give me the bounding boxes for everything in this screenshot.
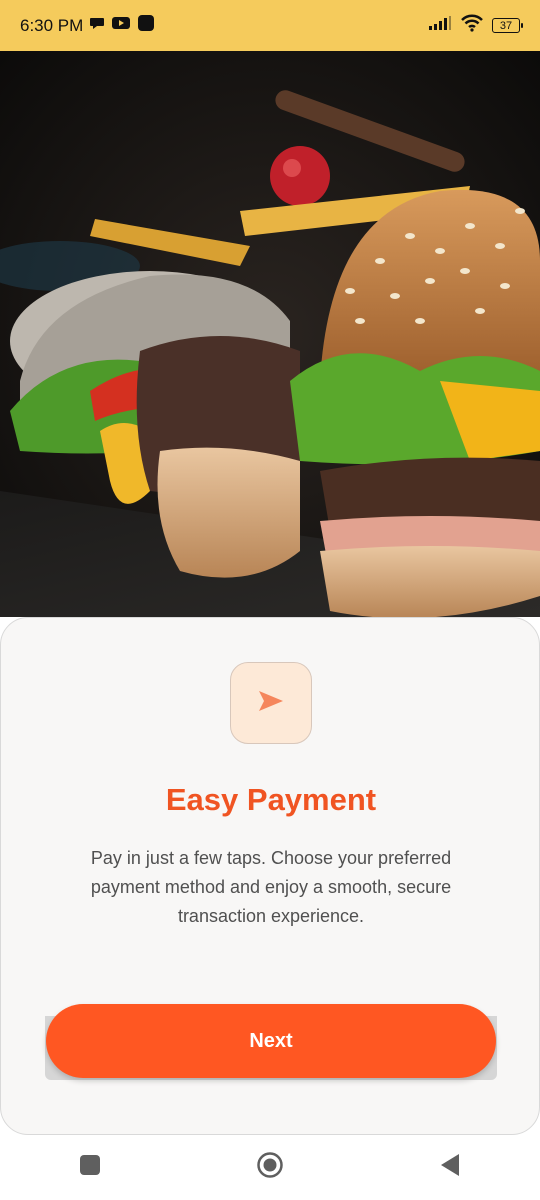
youtube-icon [111,15,131,36]
back-button[interactable] [420,1148,480,1188]
home-button[interactable] [240,1148,300,1188]
chat-bubble-icon [89,15,105,36]
wifi-icon [460,14,484,37]
onboarding-card: Easy Payment Pay in just a few taps. Cho… [0,617,540,1135]
feature-icon-tile [230,662,312,744]
status-left: 6:30 PM [20,14,155,37]
burger-image [0,51,540,617]
next-button[interactable]: Next [46,1004,496,1078]
status-right: 37 [428,14,523,37]
battery-level: 37 [499,19,513,32]
recents-square-icon [79,1154,101,1181]
battery-icon: 37 [492,18,523,33]
back-triangle-icon [439,1153,461,1182]
app-square-icon [137,14,155,37]
signal-icon [428,15,452,36]
status-bar: 6:30 PM 37 [0,0,540,51]
page-description: Pay in just a few taps. Choose your pref… [90,848,452,926]
hero-image [0,51,540,617]
send-arrow-icon [257,689,285,718]
status-time: 6:30 PM [20,15,84,35]
page-title: Easy Payment [165,782,377,817]
recents-button[interactable] [60,1148,120,1188]
home-circle-icon [256,1151,284,1184]
system-nav-bar [0,1135,540,1200]
